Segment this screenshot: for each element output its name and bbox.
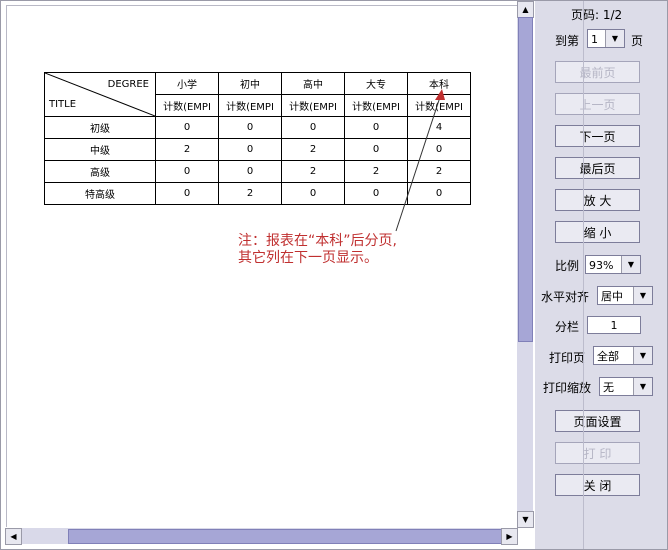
- row-label: 特高级: [44, 182, 156, 205]
- prev-page-button[interactable]: 上一页: [555, 93, 640, 115]
- row-label: 高级: [44, 160, 156, 183]
- zoom-in-button[interactable]: 放 大: [555, 189, 640, 211]
- note-line-1: 注：报表在“本科”后分页,: [238, 233, 397, 249]
- goto-page-suffix: 页: [631, 34, 644, 48]
- scroll-left-arrow-icon[interactable]: ◀: [5, 528, 22, 545]
- annotation-note: 注：报表在“本科”后分页, 其它列在下一页显示。: [238, 233, 397, 267]
- scale-label: 比例: [555, 259, 580, 273]
- horizontal-scroll-thumb[interactable]: [68, 529, 505, 544]
- column-header: 高中: [281, 72, 345, 95]
- scroll-down-arrow-icon[interactable]: ▼: [517, 511, 534, 528]
- chevron-down-icon: ▼: [633, 287, 652, 304]
- note-line-2: 其它列在下一页显示。: [238, 250, 378, 266]
- first-page-button[interactable]: 最前页: [555, 61, 640, 83]
- chevron-down-icon: ▼: [621, 256, 640, 273]
- table-cell: 2: [281, 138, 345, 161]
- table-cell: 0: [218, 116, 282, 139]
- table-cell: 0: [155, 160, 219, 183]
- row-label: 初级: [44, 116, 156, 139]
- last-page-button[interactable]: 最后页: [555, 157, 640, 179]
- goto-label: 到第: [555, 34, 580, 48]
- page-setup-button[interactable]: 页面设置: [555, 410, 640, 432]
- diag-bottom-label: TITLE: [49, 99, 77, 110]
- table-cell: 0: [281, 116, 345, 139]
- print-pages-label: 打印页: [549, 351, 586, 365]
- subheader-cell: 计数(EMPI: [155, 94, 219, 117]
- column-header: 初中: [218, 72, 282, 95]
- control-panel: 页码: 1/2 到第 1 ▼ 页 最前页 上一页 下一页 最后页 放 大 缩 小…: [535, 1, 667, 549]
- print-button[interactable]: 打 印: [555, 442, 640, 464]
- table-cell: 0: [218, 160, 282, 183]
- align-label: 水平对齐: [541, 290, 590, 304]
- print-pages-select[interactable]: 全部 ▼: [593, 346, 653, 365]
- diagonal-header-cell: DEGREE TITLE: [44, 72, 156, 117]
- table-cell: 0: [218, 138, 282, 161]
- align-select[interactable]: 居中 ▼: [597, 286, 653, 305]
- table-cell: 2: [218, 182, 282, 205]
- next-page-button[interactable]: 下一页: [555, 125, 640, 147]
- column-header: 小学: [155, 72, 219, 95]
- annotation-arrow: [395, 89, 445, 232]
- columns-input[interactable]: 1: [587, 316, 641, 334]
- panel-divider: [583, 1, 584, 549]
- chevron-down-icon: ▼: [633, 347, 652, 364]
- table-cell: 2: [155, 138, 219, 161]
- subheader-cell: 计数(EMPI: [218, 94, 282, 117]
- scroll-right-arrow-icon[interactable]: ▶: [501, 528, 518, 545]
- table-cell: 0: [155, 182, 219, 205]
- diag-top-label: DEGREE: [107, 79, 149, 90]
- scroll-up-arrow-icon[interactable]: ▲: [517, 1, 534, 18]
- goto-page-select[interactable]: 1 ▼: [587, 29, 625, 48]
- close-button[interactable]: 关 闭: [555, 474, 640, 496]
- chevron-down-icon: ▼: [605, 30, 624, 47]
- table-cell: 0: [281, 182, 345, 205]
- horizontal-scrollbar[interactable]: ◀ ▶: [5, 528, 518, 545]
- vertical-scrollbar[interactable]: ▲ ▼: [517, 1, 534, 528]
- row-label: 中级: [44, 138, 156, 161]
- print-scale-select[interactable]: 无 ▼: [599, 377, 653, 396]
- table-cell: 0: [155, 116, 219, 139]
- columns-label: 分栏: [555, 320, 580, 334]
- vertical-scroll-thumb[interactable]: [518, 17, 533, 342]
- scale-select[interactable]: 93% ▼: [585, 255, 641, 274]
- print-preview-window: DEGREE TITLE 小学 初中 高中 大专 本科 计数(EMPI 计数(E…: [0, 0, 668, 550]
- page-info: 页码: 1/2: [571, 8, 623, 22]
- chevron-down-icon: ▼: [633, 378, 652, 395]
- table-cell: 2: [281, 160, 345, 183]
- subheader-cell: 计数(EMPI: [281, 94, 345, 117]
- zoom-out-button[interactable]: 缩 小: [555, 221, 640, 243]
